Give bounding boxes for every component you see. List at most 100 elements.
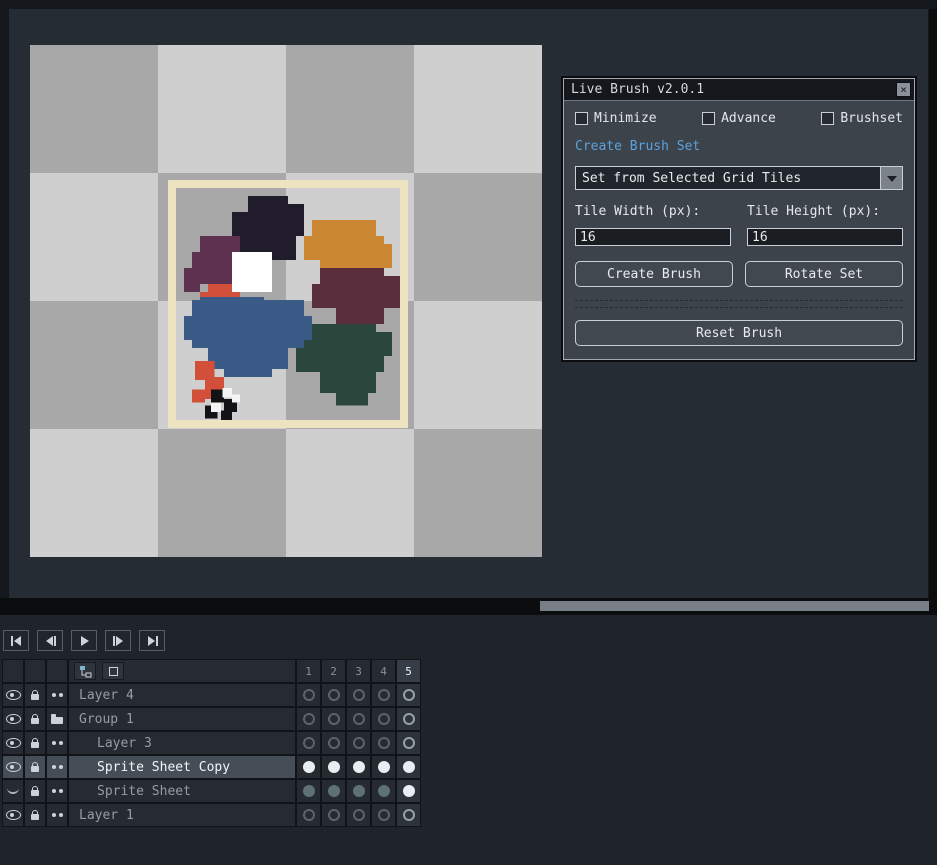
- create-brush-set-heading[interactable]: Create Brush Set: [575, 139, 903, 154]
- continuous-toggle-group-1[interactable]: [47, 708, 67, 730]
- visibility-toggle-layer-1[interactable]: [3, 804, 23, 826]
- live-brush-dialog[interactable]: Live Brush v2.0.1 × Minimize Advance Brush…: [563, 78, 915, 360]
- cel-sprite-sheet-frame-3[interactable]: [347, 780, 370, 802]
- cel-empty-indicator: [327, 809, 340, 821]
- dialog-titlebar[interactable]: Live Brush v2.0.1 ×: [564, 79, 914, 101]
- go-to-first-frame-button[interactable]: [3, 630, 29, 651]
- cel-empty-indicator: [402, 713, 415, 725]
- cel-sprite-sheet-frame-1[interactable]: [297, 780, 320, 802]
- previous-frame-button[interactable]: [37, 630, 63, 651]
- brush-source-dropdown[interactable]: Set from Selected Grid Tiles: [575, 166, 903, 190]
- vertical-scrollbar-track[interactable]: [929, 9, 937, 598]
- linked-cels-icon: [51, 765, 56, 769]
- continuous-toggle-layer-4[interactable]: [47, 684, 67, 706]
- checkbox-box-icon[interactable]: [575, 112, 588, 125]
- cel-layer-4-frame-4[interactable]: [372, 684, 395, 706]
- dropdown-arrow-button[interactable]: [880, 167, 902, 189]
- cel-layer-1-frame-1[interactable]: [297, 804, 320, 826]
- cel-sprite-sheet-copy-frame-2[interactable]: [322, 756, 345, 778]
- cel-sprite-sheet-copy-frame-3[interactable]: [347, 756, 370, 778]
- cel-sprite-sheet-copy-frame-4[interactable]: [372, 756, 395, 778]
- cel-sprite-sheet-copy-frame-1[interactable]: [297, 756, 320, 778]
- cel-sprite-sheet-frame-4[interactable]: [372, 780, 395, 802]
- cel-outline-icon[interactable]: [102, 662, 124, 680]
- lock-toggle-layer-4[interactable]: [25, 684, 45, 706]
- layer-hierarchy-icon[interactable]: [74, 662, 96, 680]
- visibility-toggle-sprite-sheet[interactable]: [3, 780, 23, 802]
- cel-layer-1-frame-2[interactable]: [322, 804, 345, 826]
- tile-width-input[interactable]: [575, 228, 731, 246]
- lock-toggle-layer-3[interactable]: [25, 732, 45, 754]
- tile-size-inputs: [575, 228, 903, 246]
- teal-blob: [320, 372, 376, 393]
- layer-name-sprite-sheet-copy[interactable]: Sprite Sheet Copy: [69, 756, 295, 778]
- cel-filled-indicator: [377, 761, 390, 773]
- rotate-set-button[interactable]: Rotate Set: [745, 261, 903, 287]
- frame-number-2[interactable]: 2: [322, 660, 345, 682]
- continuous-toggle-sprite-sheet[interactable]: [47, 780, 67, 802]
- layer-name-layer-4[interactable]: Layer 4: [69, 684, 295, 706]
- create-brush-button[interactable]: Create Brush: [575, 261, 733, 287]
- visibility-toggle-group-1[interactable]: [3, 708, 23, 730]
- checkbox-label: Brushset: [840, 111, 903, 126]
- cel-layer-1-frame-3[interactable]: [347, 804, 370, 826]
- checkbox-brushset[interactable]: Brushset: [821, 111, 903, 126]
- play-button[interactable]: [71, 630, 97, 651]
- cel-layer-4-frame-1[interactable]: [297, 684, 320, 706]
- layer-name-layer-3[interactable]: Layer 3: [69, 732, 295, 754]
- next-frame-button[interactable]: [105, 630, 131, 651]
- visibility-toggle-sprite-sheet-copy[interactable]: [3, 756, 23, 778]
- continuous-toggle-sprite-sheet-copy[interactable]: [47, 756, 67, 778]
- checkbox-minimize[interactable]: Minimize: [575, 111, 657, 126]
- cel-layer-4-frame-5[interactable]: [397, 684, 420, 706]
- cel-group-1-frame-1[interactable]: [297, 708, 320, 730]
- cel-group-1-frame-3[interactable]: [347, 708, 370, 730]
- lock-toggle-sprite-sheet[interactable]: [25, 780, 45, 802]
- continuous-toggle-layer-3[interactable]: [47, 732, 67, 754]
- lock-toggle-layer-1[interactable]: [25, 804, 45, 826]
- lock-toggle-sprite-sheet-copy[interactable]: [25, 756, 45, 778]
- checkbox-advance[interactable]: Advance: [702, 111, 776, 126]
- cel-layer-4-frame-3[interactable]: [347, 684, 370, 706]
- reset-brush-button[interactable]: Reset Brush: [575, 320, 903, 346]
- cel-sprite-sheet-frame-2[interactable]: [322, 780, 345, 802]
- layer-name-group-1[interactable]: Group 1: [69, 708, 295, 730]
- tile-height-input[interactable]: [747, 228, 903, 246]
- layer-name-layer-1[interactable]: Layer 1: [69, 804, 295, 826]
- frame-number-4[interactable]: 4: [372, 660, 395, 682]
- cel-group-1-frame-2[interactable]: [322, 708, 345, 730]
- visibility-toggle-layer-3[interactable]: [3, 732, 23, 754]
- cel-layer-4-frame-2[interactable]: [322, 684, 345, 706]
- transparency-checkerboard[interactable]: [30, 45, 542, 557]
- cel-layer-3-frame-4[interactable]: [372, 732, 395, 754]
- cel-group-1-frame-4[interactable]: [372, 708, 395, 730]
- cel-sprite-sheet-frame-5[interactable]: [397, 780, 420, 802]
- orange-blob: [368, 244, 392, 268]
- horizontal-scrollbar-thumb[interactable]: [540, 601, 929, 611]
- cel-group-1-frame-5[interactable]: [397, 708, 420, 730]
- linked-cels-icon: [51, 693, 56, 697]
- cel-layer-3-frame-5[interactable]: [397, 732, 420, 754]
- continuous-toggle-layer-1[interactable]: [47, 804, 67, 826]
- cel-layer-3-frame-3[interactable]: [347, 732, 370, 754]
- cel-empty-indicator: [402, 737, 415, 749]
- selected-grid-tile-frame[interactable]: [168, 180, 408, 428]
- visibility-toggle-layer-4[interactable]: [3, 684, 23, 706]
- layer-name-sprite-sheet[interactable]: Sprite Sheet: [69, 780, 295, 802]
- cel-layer-3-frame-1[interactable]: [297, 732, 320, 754]
- frame-number-3[interactable]: 3: [347, 660, 370, 682]
- horizontal-scrollbar-track[interactable]: [0, 598, 937, 615]
- go-to-last-frame-button[interactable]: [139, 630, 165, 651]
- cel-layer-1-frame-4[interactable]: [372, 804, 395, 826]
- cel-layer-3-frame-2[interactable]: [322, 732, 345, 754]
- frame-number-5[interactable]: 5: [397, 660, 420, 682]
- checkbox-box-icon[interactable]: [821, 112, 835, 125]
- cel-sprite-sheet-copy-frame-5[interactable]: [397, 756, 420, 778]
- cel-layer-1-frame-5[interactable]: [397, 804, 420, 826]
- cel-empty-indicator: [352, 809, 365, 821]
- dialog-close-button[interactable]: ×: [896, 82, 911, 97]
- lock-icon: [31, 714, 39, 724]
- frame-number-1[interactable]: 1: [297, 660, 320, 682]
- checkbox-box-icon[interactable]: [702, 112, 716, 125]
- lock-toggle-group-1[interactable]: [25, 708, 45, 730]
